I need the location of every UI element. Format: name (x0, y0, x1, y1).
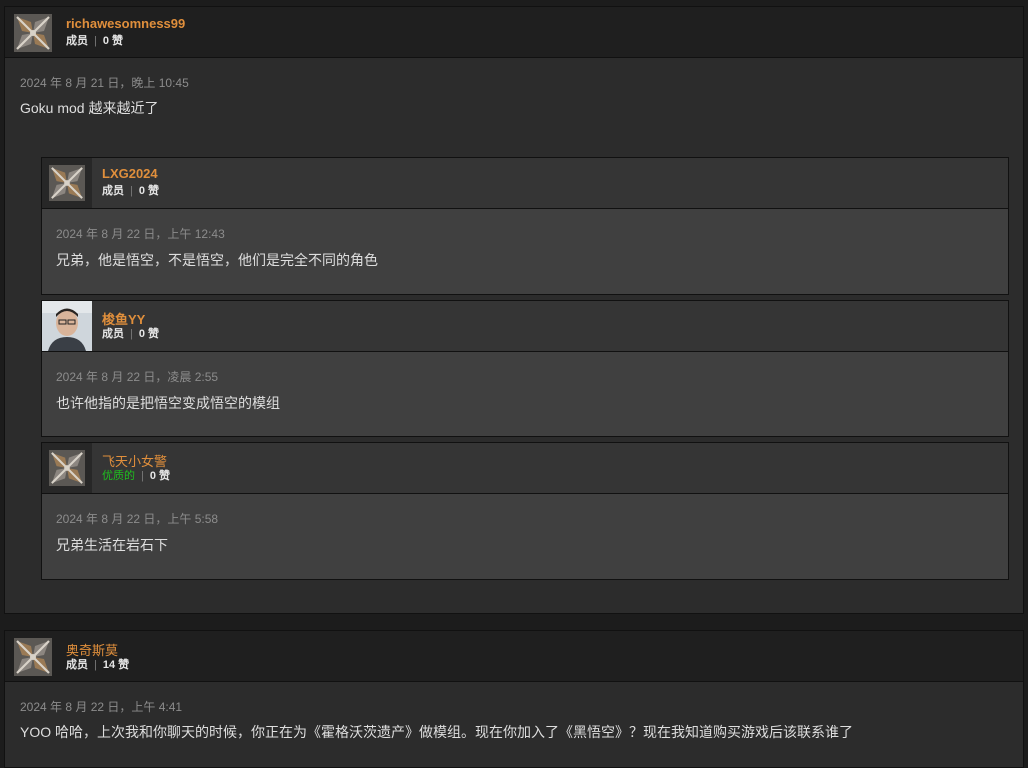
user-meta: 成员 | 0 赞 (102, 182, 159, 198)
meta-divider: | (141, 470, 144, 482)
avatar-frame (42, 158, 92, 208)
user-rank: 优质的 (102, 470, 135, 482)
default-avatar-icon[interactable] (14, 638, 52, 676)
user-rank: 成员 (102, 185, 124, 197)
kudos-count: 0 赞 (102, 35, 124, 47)
meta-divider: | (94, 35, 97, 47)
meta-divider: | (130, 185, 133, 197)
meta-divider: | (130, 328, 133, 340)
username-link[interactable]: richawesomness99 (66, 16, 185, 31)
reply-text: 兄弟，他是悟空，不是悟空，他们是完全不同的角色 (56, 252, 378, 268)
user-meta: 成员 | 0 赞 (102, 325, 159, 341)
reply-date: 2024 年 8 月 22 日，上午 12:43 (56, 227, 225, 241)
comment-date: 2024 年 8 月 22 日，上午 4:41 (20, 700, 183, 714)
reply-date: 2024 年 8 月 22 日，凌晨 2:55 (56, 370, 219, 384)
kudos-count: 0 赞 (138, 328, 160, 340)
reply: 梭鱼YY 成员 | 0 赞 2024 年 8 月 22 日，凌晨 2:55 也许他指… (41, 300, 1009, 437)
user-photo-avatar[interactable] (42, 301, 92, 351)
reply-date: 2024 年 8 月 22 日，上午 5:58 (56, 512, 219, 526)
user-rank: 成员 (66, 659, 88, 671)
reply: LXG2024 成员 | 0 赞 2024 年 8 月 22 日，上午 12:43 … (41, 157, 1009, 295)
comment-date: 2024 年 8 月 21 日，晚上 10:45 (20, 76, 189, 90)
reply-header: LXG2024 成员 | 0 赞 (42, 158, 1008, 209)
comment-text: YOO 哈哈，上次我和你聊天的时候，你正在为《霍格沃茨遗产》做模组。现在你加入了… (20, 724, 854, 740)
meta-divider: | (94, 659, 97, 671)
comment: 奥奇斯莫 成员 | 14 赞 2024 年 8 月 22 日，上午 4:41 YOO… (4, 630, 1024, 768)
comment-text: Goku mod 越来越近了 (20, 100, 159, 116)
default-avatar-icon[interactable] (49, 450, 85, 486)
user-meta: 成员 | 14 赞 (66, 656, 129, 672)
reply: 飞天小女警 优质的 | 0 赞 2024 年 8 月 22 日，上午 5:58 兄弟… (41, 442, 1009, 580)
kudos-count: 0 赞 (138, 185, 160, 197)
reply-header: 飞天小女警 优质的 | 0 赞 (42, 443, 1008, 494)
username-link[interactable]: LXG2024 (102, 166, 158, 181)
reply-text: 兄弟生活在岩石下 (56, 537, 168, 553)
default-avatar-icon[interactable] (14, 14, 52, 52)
comment: richawesomness99 成员 | 0 赞 2024 年 8 月 21 日，… (4, 6, 1024, 614)
kudos-count: 14 赞 (102, 659, 130, 671)
kudos-count: 0 赞 (149, 470, 171, 482)
user-photo-avatar-icon (42, 301, 92, 351)
reply-text: 也许他指的是把悟空变成悟空的模组 (56, 395, 280, 411)
user-rank: 成员 (66, 35, 88, 47)
comment-header: 奥奇斯莫 成员 | 14 赞 (5, 631, 1023, 682)
user-meta: 优质的 | 0 赞 (102, 467, 170, 483)
default-avatar-icon[interactable] (49, 165, 85, 201)
user-meta: 成员 | 0 赞 (66, 32, 123, 48)
user-rank: 成员 (102, 328, 124, 340)
comment-header: richawesomness99 成员 | 0 赞 (5, 7, 1023, 58)
avatar-frame (42, 443, 92, 493)
reply-header: 梭鱼YY 成员 | 0 赞 (42, 301, 1008, 352)
